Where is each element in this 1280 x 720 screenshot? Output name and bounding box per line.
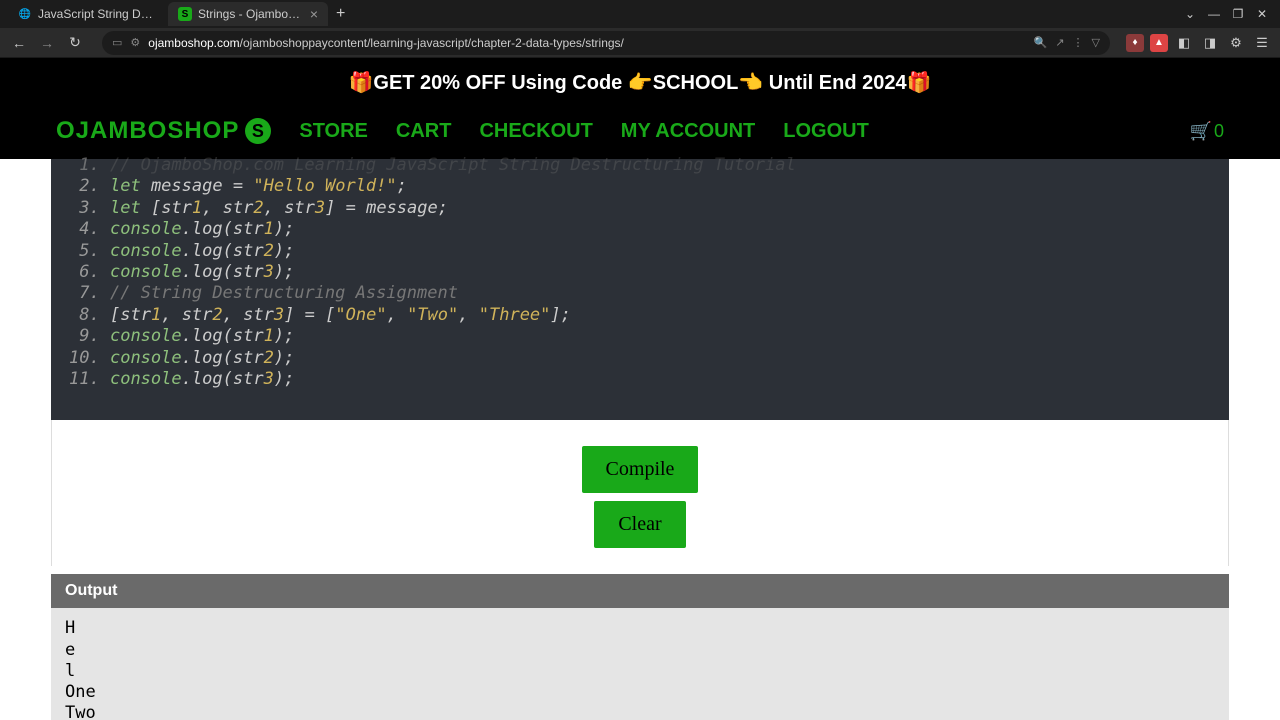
output-header: Output [51,574,1229,608]
shield-icon[interactable]: ▽ [1092,36,1100,49]
code-line: 10. console.log(str2); [69,348,1211,369]
nav-account[interactable]: MY ACCOUNT [621,120,755,143]
logo-mark: S [245,118,271,144]
back-button[interactable]: ← [8,32,30,54]
url-text: ojamboshop.com/ojamboshoppaycontent/lear… [148,36,1025,50]
forward-button[interactable]: → [36,32,58,54]
code-line: 9. console.log(str1); [69,326,1211,347]
page-scroll[interactable]: 🎁GET 20% OFF Using Code 👉SCHOOL👈 Until E… [0,58,1280,720]
site-settings-icon[interactable]: ⚙ [130,36,140,49]
code-line: 1. // OjamboShop.com Learning JavaScript… [69,155,1211,176]
action-buttons: Compile Clear [51,420,1229,566]
cart-icon: 🛒 [1190,121,1212,142]
window-controls: ⌄ — ❐ ✕ [1180,4,1272,24]
close-window-button[interactable]: ✕ [1252,4,1272,24]
sidebar-icon[interactable]: ◧ [1174,33,1194,53]
browser-tab-strip: 🌐 JavaScript String Destructuring S Stri… [0,0,1280,28]
code-line: 6. console.log(str3); [69,262,1211,283]
tab-title: Strings - OjamboShop [198,7,304,21]
extension-icon[interactable]: ♦ [1126,34,1144,52]
promo-banner: 🎁GET 20% OFF Using Code 👉SCHOOL👈 Until E… [0,58,1280,107]
code-line: 3. let [str1, str2, str3] = message; [69,198,1211,219]
site-logo[interactable]: OJAMBOSHOP S [56,117,271,145]
toolbar-right: ♦ ▲ ◧ ◨ ⚙ ☰ [1126,33,1272,53]
nav-store[interactable]: STORE [299,120,368,143]
logo-text: OJAMBOSHOP [56,117,239,145]
site-favicon: S [178,7,192,21]
nav-cart[interactable]: CART [396,120,452,143]
content-area: 1. // OjamboShop.com Learning JavaScript… [0,159,1280,720]
globe-icon: 🌐 [18,7,32,21]
menu-icon[interactable]: ☰ [1252,33,1272,53]
output-section: Output H e l One Two Three [51,574,1229,720]
tab-title: JavaScript String Destructuring [38,7,158,21]
tab-inactive[interactable]: 🌐 JavaScript String Destructuring [8,3,168,25]
reader-mode-icon[interactable]: ▭ [112,36,122,49]
settings-icon[interactable]: ⚙ [1226,33,1246,53]
code-line: 5. console.log(str2); [69,241,1211,262]
rss-icon[interactable]: ⋮ [1073,36,1084,49]
code-line: 7. // String Destructuring Assignment [69,283,1211,304]
close-icon[interactable]: × [310,6,318,22]
zoom-icon[interactable]: 🔍 [1034,36,1048,49]
main-navigation: OJAMBOSHOP S STORE CART CHECKOUT MY ACCO… [0,107,1280,159]
code-line: 4. console.log(str1); [69,219,1211,240]
browser-toolbar: ← → ↻ ▭ ⚙ ojamboshop.com/ojamboshoppayco… [0,28,1280,58]
new-tab-button[interactable]: + [328,5,353,23]
chevron-down-icon[interactable]: ⌄ [1180,4,1200,24]
cart-count: 0 [1214,121,1224,142]
nav-checkout[interactable]: CHECKOUT [479,120,592,143]
code-editor[interactable]: 1. // OjamboShop.com Learning JavaScript… [51,159,1229,420]
clear-button[interactable]: Clear [594,501,685,548]
reload-button[interactable]: ↻ [64,32,86,54]
tab-active[interactable]: S Strings - OjamboShop × [168,2,328,26]
maximize-button[interactable]: ❐ [1228,4,1248,24]
compile-button[interactable]: Compile [582,446,699,493]
nav-logout[interactable]: LOGOUT [783,120,869,143]
minimize-button[interactable]: — [1204,4,1224,24]
output-body: H e l One Two Three [51,608,1229,720]
code-line: 8. [str1, str2, str3] = ["One", "Two", "… [69,305,1211,326]
url-bar[interactable]: ▭ ⚙ ojamboshop.com/ojamboshoppaycontent/… [102,31,1110,55]
brave-icon[interactable]: ▲ [1150,34,1168,52]
code-line: 11. console.log(str3); [69,369,1211,390]
share-icon[interactable]: ↗ [1055,36,1064,49]
page-viewport: 🎁GET 20% OFF Using Code 👉SCHOOL👈 Until E… [0,58,1280,720]
code-line: 2. let message = "Hello World!"; [69,176,1211,197]
panel-icon[interactable]: ◨ [1200,33,1220,53]
cart-widget[interactable]: 🛒0 [1190,121,1224,142]
